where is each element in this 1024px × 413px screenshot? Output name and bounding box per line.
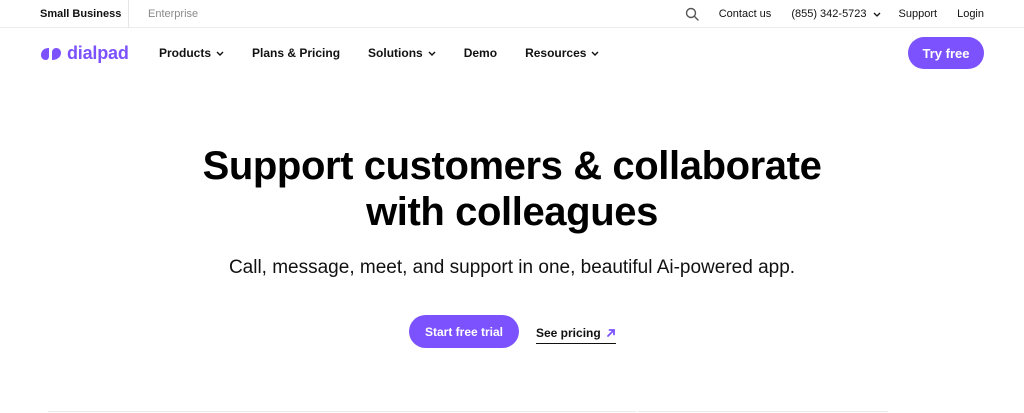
nav-item-label: Products	[159, 46, 212, 60]
see-pricing-link[interactable]: See pricing	[536, 326, 616, 344]
segment-small-business[interactable]: Small Business	[40, 0, 121, 28]
chevron-down-icon	[428, 51, 436, 56]
content-divider	[638, 411, 888, 412]
nav-item-label: Plans & Pricing	[252, 46, 341, 60]
segment-divider	[128, 0, 129, 28]
contact-us-link[interactable]: Contact us	[719, 8, 772, 20]
login-link[interactable]: Login	[957, 8, 984, 20]
segment-enterprise[interactable]: Enterprise	[148, 0, 198, 28]
hero-cta-row: Start free trial See pricing	[409, 315, 616, 348]
logo-text: dialpad	[67, 43, 129, 63]
start-free-trial-button[interactable]: Start free trial	[409, 315, 519, 348]
main-nav: dialpad Products Plans & Pricing Solutio…	[0, 30, 1024, 76]
dialpad-logo-icon	[40, 46, 62, 62]
support-link[interactable]: Support	[899, 8, 938, 20]
try-free-button[interactable]: Try free	[908, 37, 984, 69]
see-pricing-label: See pricing	[536, 325, 601, 340]
nav-item-label: Solutions	[368, 46, 423, 60]
nav-item-label: Demo	[463, 46, 498, 60]
nav-item-plans-pricing[interactable]: Plans & Pricing	[252, 46, 340, 60]
chevron-down-icon	[591, 51, 599, 56]
arrow-up-right-icon	[606, 328, 616, 338]
content-divider	[48, 411, 636, 412]
hero-title: Support customers & collaborate with col…	[0, 143, 1024, 235]
hero-title-line-2: with colleagues	[366, 190, 658, 234]
logo-link[interactable]: dialpad	[40, 43, 129, 64]
phone-number: (855) 342-5723	[791, 8, 867, 20]
content-edge	[0, 409, 1024, 413]
nav-item-label: Resources	[525, 46, 587, 60]
nav-items: Products Plans & Pricing Solutions Demo …	[159, 30, 627, 76]
segment-small-business-label: Small Business	[40, 8, 122, 20]
utility-links: Contact us (855) 342-5723 Support Login	[685, 0, 984, 28]
nav-item-demo[interactable]: Demo	[464, 46, 497, 60]
nav-item-solutions[interactable]: Solutions	[368, 46, 436, 60]
nav-item-resources[interactable]: Resources	[525, 46, 599, 60]
phone-dropdown[interactable]: (855) 342-5723	[791, 8, 881, 20]
nav-item-products[interactable]: Products	[159, 46, 224, 60]
hero-subtitle: Call, message, meet, and support in one,…	[228, 257, 796, 278]
utility-bar: Small Business Enterprise Contact us (85…	[0, 0, 1024, 28]
chevron-down-icon	[216, 51, 224, 56]
segment-enterprise-label: Enterprise	[148, 8, 199, 20]
chevron-down-icon	[873, 12, 881, 17]
search-icon[interactable]	[685, 7, 699, 21]
hero-title-line-1: Support customers & collaborate	[202, 144, 822, 188]
